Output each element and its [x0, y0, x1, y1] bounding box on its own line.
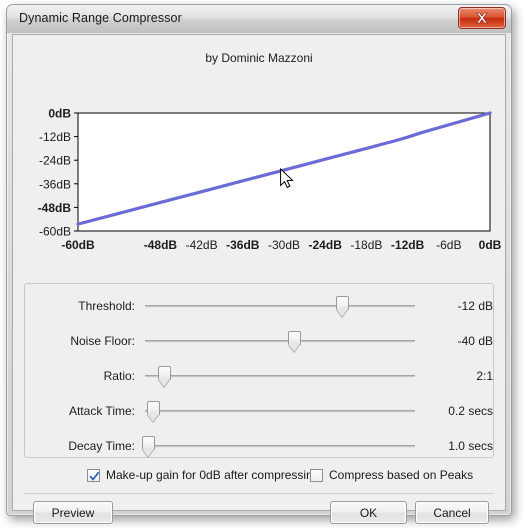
slider-value-threshold: -12 dB: [457, 299, 493, 313]
x-axis-tick-label: -6dB: [436, 238, 461, 252]
y-axis-tick-label: -24dB: [39, 154, 71, 168]
options-row: Make-up gain for 0dB after compressing Co…: [24, 465, 494, 489]
x-axis-tick-label: -42dB: [186, 238, 218, 252]
slider-track-decay-time: [145, 445, 415, 448]
slider-label-attack-time: Attack Time:: [68, 404, 135, 418]
x-axis-tick-label: -36dB: [226, 238, 260, 252]
title-bar[interactable]: Dynamic Range Compressor: [7, 5, 511, 33]
slider-row-threshold: Threshold: -12 dB: [25, 294, 495, 320]
slider-row-attack-time: Attack Time: 0.2 secs: [25, 399, 495, 425]
slider-attack-time[interactable]: [145, 399, 415, 425]
checkbox-label-compress-peaks: Compress based on Peaks: [329, 468, 474, 482]
slider-thumb-attack-time[interactable]: [147, 401, 161, 423]
y-axis-tick-label: -36dB: [39, 177, 71, 191]
slider-label-noise-floor: Noise Floor:: [70, 334, 135, 348]
y-axis-tick-label: -48dB: [38, 201, 72, 215]
parameters-panel: Threshold: -12 dB Noise Floor: -40 dB Ratio:…: [24, 283, 494, 458]
x-axis-labels: -60dB -48dB -42dB -36dB -30dB -24dB -18dB -12dB…: [61, 238, 501, 252]
slider-track-noise-floor: [145, 340, 415, 343]
dialog-window: Dynamic Range Compressor by Dominic Mazz…: [6, 4, 512, 524]
y-axis-tick-label: 0dB: [48, 107, 71, 121]
slider-value-attack-time: 0.2 secs: [448, 404, 493, 418]
author-byline: by Dominic Mazzoni: [205, 51, 313, 65]
slider-thumb-ratio[interactable]: [157, 366, 171, 388]
ok-button[interactable]: OK: [330, 501, 407, 524]
x-axis-tick-label: -24dB: [309, 238, 343, 252]
y-axis-labels: 0dB -12dB -24dB -36dB -48dB -60dB: [38, 107, 72, 239]
x-axis-tick-label: -30dB: [268, 238, 300, 252]
x-axis-tick-label: 0dB: [479, 238, 502, 252]
checkbox-label-makeup-gain: Make-up gain for 0dB after compressing: [106, 468, 320, 482]
slider-row-ratio: Ratio: 2:1: [25, 364, 495, 390]
checkbox-box-makeup-gain[interactable]: [87, 469, 100, 482]
graph-svg: 0dB-12dB-24dB-36dB-48dB-60dB -60dB -48dB -…: [38, 107, 502, 253]
y-axis-tick-label: -60dB: [39, 225, 71, 239]
button-separator: [24, 493, 494, 494]
slider-decay-time[interactable]: [141, 434, 415, 460]
slider-label-ratio: Ratio:: [103, 369, 135, 383]
slider-thumb-threshold[interactable]: [336, 296, 350, 318]
slider-track-threshold: [145, 305, 415, 308]
slider-value-noise-floor: -40 dB: [457, 334, 493, 348]
window-title: Dynamic Range Compressor: [19, 11, 182, 25]
checkmark-icon: [89, 471, 100, 481]
checkbox-box-compress-peaks[interactable]: [310, 469, 323, 482]
transfer-curve-graph: 0dB -12dB -24dB -36dB -48dB -60dB -60dB -48dB -…: [13, 75, 505, 260]
slider-row-decay-time: Decay Time: 1.0 secs: [25, 434, 495, 460]
x-axis-tick-label: -48dB: [144, 238, 178, 252]
x-axis-tick-label: -60dB: [61, 238, 95, 252]
slider-value-decay-time: 1.0 secs: [448, 439, 493, 453]
slider-threshold[interactable]: [145, 294, 415, 320]
cancel-button[interactable]: Cancel: [415, 501, 489, 524]
slider-noise-floor[interactable]: [145, 329, 415, 355]
slider-track-ratio: [145, 375, 415, 378]
close-icon: [476, 12, 488, 24]
close-button[interactable]: [458, 7, 506, 29]
slider-label-threshold: Threshold:: [78, 299, 135, 313]
slider-ratio[interactable]: [145, 364, 415, 390]
slider-value-ratio: 2:1: [476, 369, 493, 383]
y-axis-tick-label: -12dB: [39, 130, 71, 144]
slider-thumb-noise-floor[interactable]: [287, 331, 301, 353]
preview-button[interactable]: Preview: [33, 501, 113, 524]
slider-label-decay-time: Decay Time:: [68, 439, 135, 453]
dialog-client-area: by Dominic Mazzoni 0dB -12dB -24dB -36dB -48…: [12, 34, 506, 524]
slider-track-attack-time: [145, 410, 415, 413]
x-axis-tick-label: -18dB: [350, 238, 382, 252]
y-axis-ticks: [74, 112, 78, 232]
slider-thumb-decay-time[interactable]: [141, 436, 155, 458]
slider-row-noise-floor: Noise Floor: -40 dB: [25, 329, 495, 355]
x-axis-tick-label: -12dB: [391, 238, 425, 252]
